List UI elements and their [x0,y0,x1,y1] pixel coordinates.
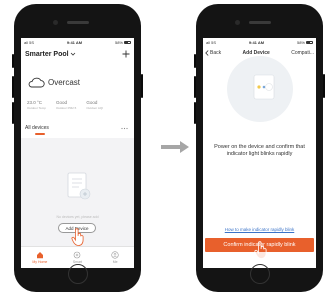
tab-label: Me [112,260,118,264]
plus-icon[interactable] [122,50,130,58]
carrier-label: all 5S [24,39,35,45]
devices-section-header: All devices [25,125,128,131]
home-selector[interactable]: Smarter Pool [25,51,76,58]
tab-my-home[interactable]: My Home [25,251,55,264]
pointing-hand-icon [254,241,267,259]
sparkle-icon [74,251,81,259]
chevron-down-icon [70,52,75,56]
tab-me[interactable]: Me [100,251,130,264]
clock-label: 9:41 AM [66,39,83,45]
home-header: Smarter Pool [25,48,130,60]
stat-value: 23.0 °C [27,100,43,105]
speaker-grille [66,21,89,24]
document-icon [67,172,91,200]
flow-arrow-icon [161,141,189,153]
tab-label: My Home [32,260,48,264]
home-title: Smarter Pool [25,50,69,58]
back-label: Back [210,50,222,56]
cloud-icon [28,77,45,88]
page-title: Add Device [242,50,270,56]
weather-condition: Overcast [48,77,81,87]
clock-label: 9:41 AM [248,39,265,45]
indicator-light-icon [253,74,275,100]
speaker-grille [248,21,271,24]
back-button[interactable]: Back [205,50,221,56]
right-phone: all 5S 9:41 AM 58% Back Add Device Compa… [194,4,325,292]
left-screen: all 5S 9:41 AM 58% Smarter Pool Overcast… [21,38,134,268]
battery-percent: 58% [296,39,305,45]
home-icon [36,252,43,259]
volume-down-button [194,102,196,124]
stat-label: Outdoor Temp [27,106,46,110]
battery-percent: 58% [114,39,123,45]
volume-up-button [12,76,14,98]
front-camera [235,20,240,25]
volume-down-button [12,102,14,124]
ellipsis-icon[interactable] [121,127,128,130]
empty-state-message: No devices yet, please add [56,215,99,219]
mute-switch [194,54,196,68]
instruction-text: Power on the device and confirm that ind… [214,144,305,158]
right-screen: all 5S 9:41 AM 58% Back Add Device Compa… [203,38,316,268]
power-button [323,74,325,98]
tab-all-devices[interactable]: All devices [25,125,49,131]
help-link[interactable]: How to make indicator rapidly blink [203,227,316,232]
active-tab-indicator [35,133,45,135]
battery-indicator: 58% [297,40,313,45]
status-bar: all 5S 9:41 AM 58% [21,38,134,46]
left-phone: all 5S 9:41 AM 58% Smarter Pool Overcast… [12,4,143,292]
status-bar: all 5S 9:41 AM 58% [203,38,316,46]
pointing-hand-icon [71,228,84,246]
battery-icon [305,40,313,45]
battery-icon [123,40,131,45]
weather-widget: Overcast [27,76,80,88]
user-icon [111,251,119,259]
tab-smart[interactable]: Smart [62,251,92,264]
stat-aqi: Good Outdoor AQI [86,100,103,110]
home-button [67,264,88,284]
front-camera [53,20,58,25]
stat-pm25: Good Outdoor PM2.5 [56,100,76,110]
stat-value: Good [86,100,98,105]
volume-up-button [194,76,196,98]
weather-stats: 23.0 °C Outdoor Temp Good Outdoor PM2.5 … [27,100,128,110]
stat-temperature: 23.0 °C Outdoor Temp [27,100,46,110]
stat-label: Outdoor AQI [86,106,103,110]
carrier-label: all 5S [206,39,217,45]
chevron-left-icon [205,50,209,56]
mute-switch [12,54,14,68]
compatibility-link[interactable]: Compati... [291,50,314,56]
stat-label: Outdoor PM2.5 [55,106,77,110]
home-button [249,264,270,284]
power-button [141,74,143,98]
stat-value: Good [55,100,67,105]
battery-indicator: 58% [115,40,131,45]
